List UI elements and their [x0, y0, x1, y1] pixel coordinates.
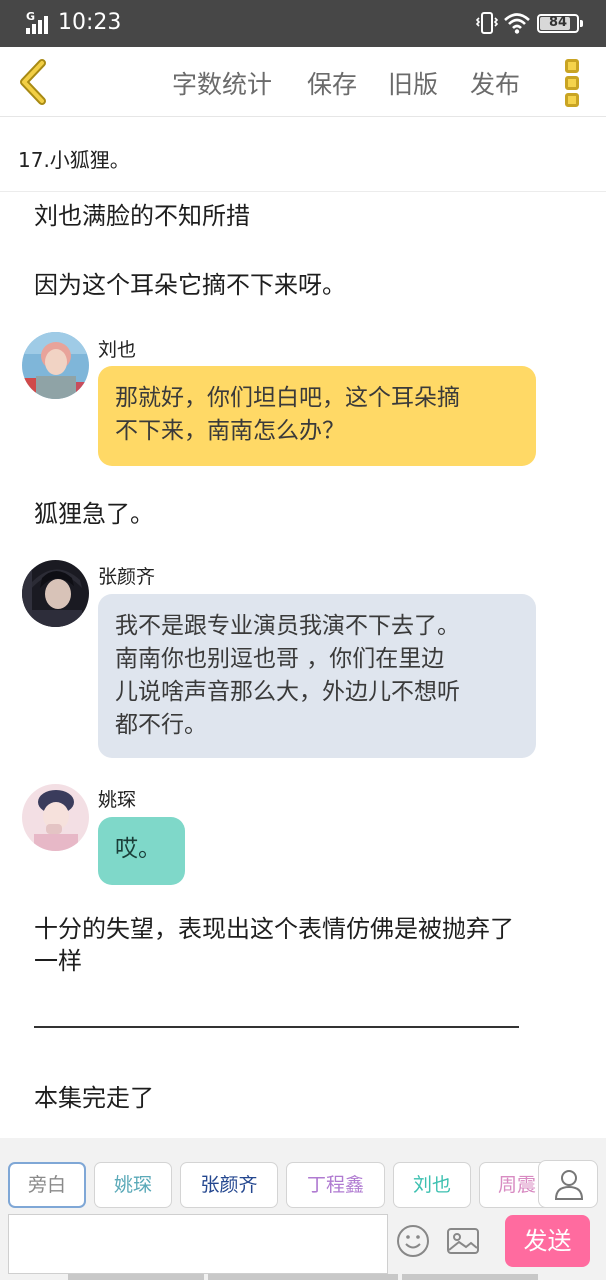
nav-indicator	[68, 1274, 204, 1280]
chip-label: 张颜齐	[200, 1174, 258, 1196]
divider	[34, 1026, 519, 1028]
message-input[interactable]	[8, 1214, 388, 1274]
more-menu-button[interactable]	[562, 57, 584, 107]
publish-button[interactable]: 发布	[470, 65, 520, 101]
dialogue-bubble[interactable]: 我不是跟专业演员我演不下去了。 南南你也别逗也哥 ，你们在里边 儿说啥声音那么大…	[98, 594, 536, 758]
dialogue-bubble[interactable]: 那就好，你们坦白吧，这个耳朵摘 不下来，南南怎么办？	[98, 366, 536, 466]
dialogue-line: 不下来，南南怎么办？	[115, 418, 345, 444]
battery-level: 84	[548, 15, 568, 30]
status-bar: G 10:23 84	[0, 0, 606, 47]
dialogue-bubble[interactable]: 哎。	[98, 817, 185, 885]
avatar[interactable]	[22, 560, 89, 627]
signal-icon: G	[26, 10, 52, 34]
narration-line: 因为这个耳朵它摘不下来呀。	[34, 271, 346, 299]
save-button[interactable]: 保存	[307, 65, 357, 101]
menu-dot-icon	[565, 59, 579, 73]
chip-label: 旁白	[27, 1174, 66, 1196]
back-button[interactable]	[12, 57, 56, 107]
sender-name: 姚琛	[98, 789, 137, 811]
emoji-button[interactable]	[396, 1224, 430, 1258]
dialogue-line: 都不行。	[115, 712, 207, 738]
chip-label: 丁程鑫	[306, 1174, 364, 1196]
send-button[interactable]: 发送	[505, 1215, 590, 1267]
avatar[interactable]	[22, 332, 89, 399]
narration-line: 十分的失望，表现出这个表情仿佛是被抛弃了	[34, 915, 514, 943]
nav-indicator	[208, 1274, 398, 1280]
character-chip[interactable]: 姚琛	[94, 1162, 172, 1208]
image-icon	[447, 1228, 479, 1254]
narration-line: 一样	[34, 947, 82, 975]
character-chip[interactable]: 刘也	[393, 1162, 471, 1208]
narration-line: 本集完走了	[34, 1084, 154, 1112]
user-icon	[554, 1170, 584, 1200]
dialogue-line: 我不是跟专业演员我演不下去了。	[115, 613, 460, 639]
editor-toolbar: 字数统计 保存 旧版 发布	[0, 47, 606, 117]
status-time: 10:23	[58, 10, 122, 35]
wifi-icon	[504, 12, 530, 34]
avatar[interactable]	[22, 784, 89, 851]
narration-line: 狐狸急了。	[34, 500, 154, 528]
vibrate-icon	[475, 11, 499, 35]
menu-dot-icon	[565, 76, 579, 90]
chevron-left-icon	[20, 59, 46, 105]
menu-dot-icon	[565, 93, 579, 107]
old-version-button[interactable]: 旧版	[388, 65, 438, 101]
insert-image-button[interactable]	[446, 1226, 480, 1256]
composer: 旁白 姚琛 张颜齐 丁程鑫 刘也 周震 发送	[0, 1138, 606, 1280]
narration-line: 刘也满脸的不知所措	[34, 202, 250, 230]
chip-label: 刘也	[412, 1174, 451, 1196]
battery-icon: 84	[537, 14, 583, 33]
character-chip[interactable]: 张颜齐	[180, 1162, 278, 1208]
smiley-icon	[397, 1225, 429, 1257]
chip-label: 姚琛	[113, 1174, 152, 1196]
dialogue-line: 那就好，你们坦白吧，这个耳朵摘	[115, 385, 460, 411]
nav-indicator	[402, 1274, 538, 1280]
dialogue-line: 儿说啥声音那么大，外边儿不想听	[115, 679, 460, 705]
chip-label: 周震	[498, 1174, 537, 1196]
chapter-title[interactable]: 17.小狐狸。	[0, 118, 606, 192]
network-type: G	[26, 10, 36, 23]
sender-name: 张颜齐	[98, 566, 156, 588]
character-chip-narrator[interactable]: 旁白	[8, 1162, 86, 1208]
dialogue-line: 哎。	[115, 836, 161, 862]
word-count-button[interactable]: 字数统计	[172, 65, 272, 101]
sender-name: 刘也	[98, 339, 137, 361]
user-button[interactable]	[538, 1160, 598, 1208]
dialogue-line: 南南你也别逗也哥 ，你们在里边	[115, 646, 445, 672]
character-chip[interactable]: 丁程鑫	[286, 1162, 385, 1208]
